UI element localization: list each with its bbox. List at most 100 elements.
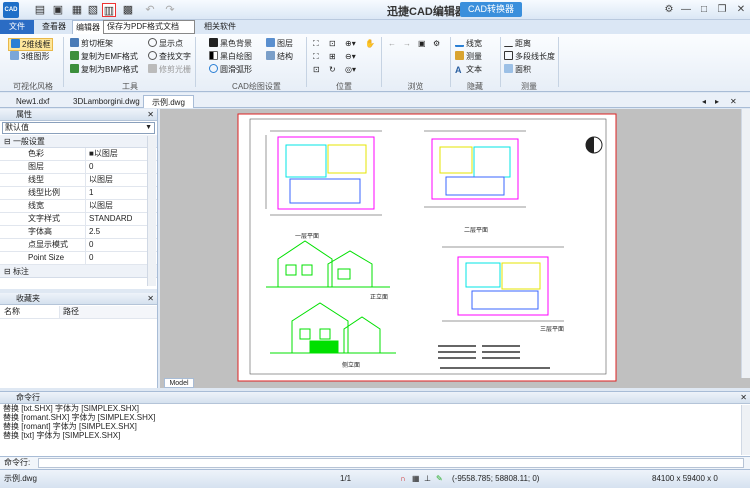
- grid-icon[interactable]: ▦: [412, 470, 420, 488]
- ribbon-divider: [500, 37, 501, 87]
- canvas-scrollbar[interactable]: [741, 109, 750, 378]
- tab-viewer[interactable]: 查看器: [38, 20, 70, 34]
- back-arrow-icon[interactable]: ←: [388, 38, 396, 49]
- copy-emf-button[interactable]: 复制为EMF格式: [70, 51, 138, 62]
- view-2d-wireframe-button[interactable]: 2维线框: [8, 38, 54, 51]
- command-history: 替换 [txt.SHX] 字体为 [SIMPLEX.SHX] 替换 [romant…: [0, 404, 750, 440]
- property-row[interactable]: 字体高 2.5: [0, 226, 157, 239]
- snap-icon[interactable]: ∩: [400, 470, 406, 488]
- pan-hand-icon[interactable]: ✋: [365, 38, 375, 49]
- section-dimension[interactable]: ⊟ 标注: [0, 265, 157, 278]
- layers-button[interactable]: 图层: [266, 38, 293, 49]
- col-name[interactable]: 名称: [0, 306, 60, 318]
- tab-file[interactable]: 文件: [0, 20, 34, 34]
- tab-related-software[interactable]: 相关软件: [200, 20, 240, 34]
- drawing-canvas[interactable]: 一层平面 二层平面 正立面 侧立面 三层平面: [160, 109, 750, 388]
- zoom-extents-button[interactable]: ⛶: [313, 38, 319, 49]
- find-icon: [148, 51, 157, 60]
- tab-prev-icon[interactable]: ◂: [700, 95, 708, 108]
- ortho-icon[interactable]: ⊥: [424, 470, 431, 488]
- maximize-icon[interactable]: □: [697, 3, 711, 16]
- app-title: 迅捷CAD编辑器: [387, 6, 466, 18]
- tab-next-icon[interactable]: ▸: [713, 95, 721, 108]
- browse-icon[interactable]: ▣: [418, 38, 426, 49]
- status-bar: 示例.dwg 1/1 ∩ ▦ ⊥ ✎ (-9558.785; 58808.11;…: [0, 469, 750, 488]
- bw-draw-button[interactable]: 黑白绘图: [209, 51, 252, 62]
- zoom-out-icon[interactable]: ⊖▾: [345, 51, 356, 62]
- favorites-columns: 名称 路径: [0, 306, 157, 319]
- status-coords: (-9558.785; 58808.11; 0): [452, 474, 540, 483]
- copy-bmp-icon: [70, 64, 79, 73]
- settings-icon[interactable]: ⚙: [662, 3, 676, 16]
- orbit-icon[interactable]: ◎▾: [345, 64, 356, 75]
- close-panel-icon[interactable]: ✕: [740, 392, 747, 404]
- distance-button[interactable]: 距离: [504, 38, 531, 49]
- print-icon[interactable]: ▩: [121, 3, 135, 17]
- redo-icon[interactable]: ↷: [163, 3, 177, 17]
- close-panel-icon[interactable]: ✕: [147, 109, 154, 121]
- property-row[interactable]: 色彩 ■以图层: [0, 148, 157, 161]
- group-visual-style: 可视化风格: [13, 82, 53, 91]
- property-row[interactable]: 线型比例 1: [0, 187, 157, 200]
- show-points-button[interactable]: 显示点: [148, 38, 183, 49]
- tab-close-icon[interactable]: ✕: [728, 95, 739, 108]
- polar-icon[interactable]: ✎: [436, 470, 443, 488]
- copy-bmp-button[interactable]: 复制为BMP格式: [70, 64, 138, 75]
- zoom-window-button[interactable]: ⊡: [329, 38, 336, 49]
- structure-button[interactable]: 结构: [266, 51, 293, 62]
- app-logo: CAD: [3, 2, 19, 18]
- property-row[interactable]: 线型 以图层: [0, 174, 157, 187]
- find-text-button[interactable]: 查找文字: [148, 51, 191, 62]
- cad-converter-button[interactable]: CAD转换器: [460, 2, 522, 17]
- save-icon[interactable]: ▦: [70, 3, 84, 17]
- polyline-length-button[interactable]: 多段线长度: [504, 51, 555, 62]
- minimize-icon[interactable]: —: [679, 3, 693, 16]
- browse-settings-icon[interactable]: ⚙: [433, 38, 440, 49]
- text-toggle-button[interactable]: A 文本: [455, 64, 482, 75]
- command-input[interactable]: [38, 458, 744, 468]
- favorites-header: 收藏夹 ✕: [0, 293, 157, 305]
- restore-icon[interactable]: ❐: [715, 3, 729, 16]
- new-file-icon[interactable]: ▤: [33, 3, 47, 17]
- zoom-all-button[interactable]: ⊞: [329, 51, 336, 62]
- clip-frame-button[interactable]: 剪切框架: [70, 38, 113, 49]
- document-tabs: New1.dxf 3DLamborgini.dwg 示例.dwg ◂ ▸ ✕: [0, 93, 750, 108]
- doc-tab[interactable]: New1.dxf: [8, 95, 57, 108]
- properties-dropdown[interactable]: 默认值 ▼: [2, 122, 155, 134]
- black-background-button[interactable]: 黑色背景: [209, 38, 252, 49]
- col-path[interactable]: 路径: [60, 306, 157, 318]
- close-icon[interactable]: ✕: [734, 3, 748, 16]
- section-general[interactable]: ⊟ 一般设置: [0, 135, 157, 148]
- line-width-button[interactable]: 线宽: [455, 38, 482, 49]
- model-tab[interactable]: Model: [164, 378, 194, 388]
- rotate-button[interactable]: ↻: [329, 64, 336, 75]
- property-row[interactable]: 点显示模式 0: [0, 239, 157, 252]
- view-3d-button[interactable]: 3维图形: [10, 51, 49, 62]
- property-row[interactable]: 文字样式 STANDARD: [0, 213, 157, 226]
- doc-tab[interactable]: 3DLamborgini.dwg: [65, 95, 148, 108]
- group-measure: 测量: [521, 82, 537, 91]
- command-scrollbar[interactable]: [741, 405, 750, 455]
- property-row[interactable]: 图层 0: [0, 161, 157, 174]
- save-as-icon[interactable]: ▧: [86, 3, 100, 17]
- properties-scrollbar[interactable]: [147, 136, 156, 286]
- area-button[interactable]: 面积: [504, 64, 531, 75]
- drawing-svg: 一层平面 二层平面 正立面 侧立面 三层平面: [237, 113, 617, 382]
- zoom-in-icon[interactable]: ⊕▾: [345, 38, 356, 49]
- measure-toggle-button[interactable]: 测量: [455, 51, 482, 62]
- smooth-arc-button[interactable]: 圆滑弧形: [209, 64, 252, 75]
- undo-icon[interactable]: ↶: [143, 3, 157, 17]
- zoom-previous-button[interactable]: ⛶: [313, 51, 319, 62]
- property-row[interactable]: 线宽 以图层: [0, 200, 157, 213]
- property-row[interactable]: Point Size 0: [0, 252, 157, 265]
- open-folder-icon[interactable]: ▣: [51, 3, 65, 17]
- properties-header: 属性 ✕: [0, 109, 157, 121]
- save-pdf-icon[interactable]: ▥: [102, 3, 116, 17]
- layers-icon: [266, 38, 275, 47]
- close-panel-icon[interactable]: ✕: [147, 293, 154, 305]
- trim-raster-button[interactable]: 修剪光栅: [148, 64, 191, 75]
- tab-editor[interactable]: 编辑器: [72, 20, 104, 34]
- doc-tab-active[interactable]: 示例.dwg: [143, 95, 194, 108]
- fit-button[interactable]: ⊡: [313, 64, 320, 75]
- forward-arrow-icon[interactable]: →: [403, 38, 411, 49]
